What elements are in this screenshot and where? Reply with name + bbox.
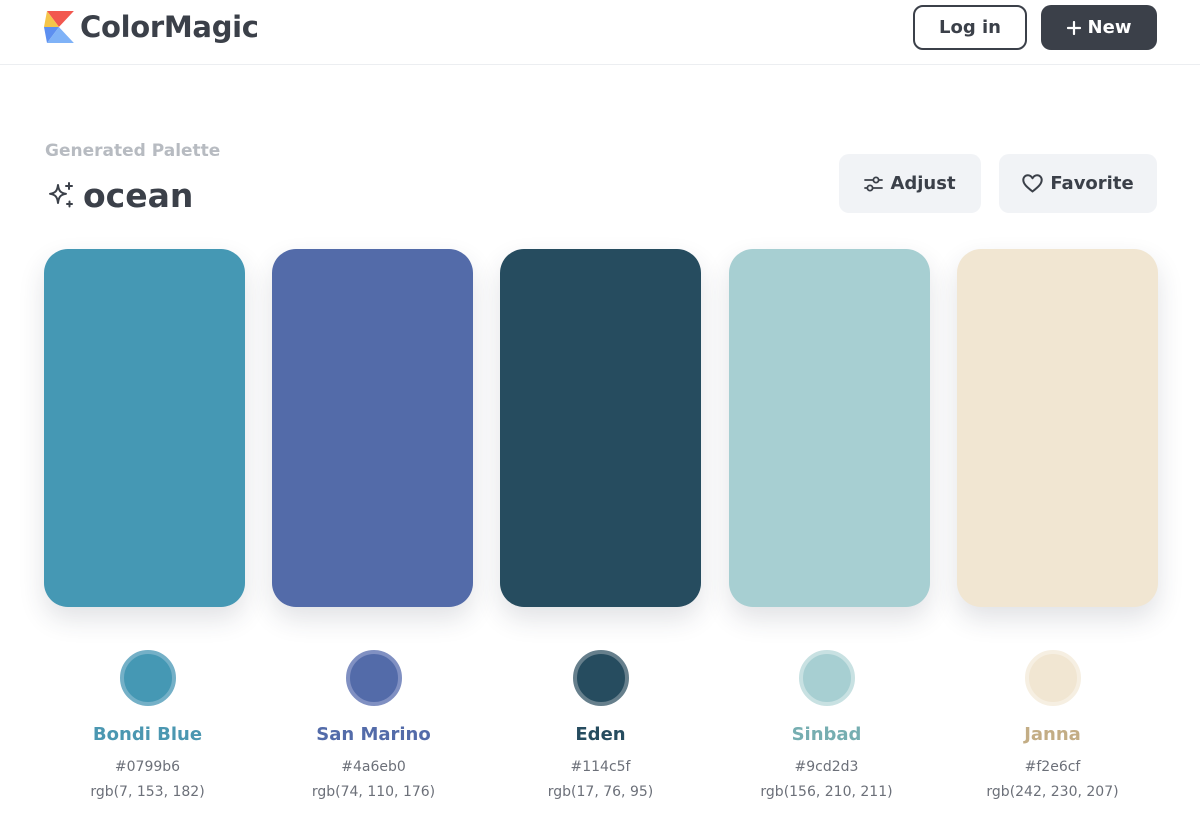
login-button[interactable]: Log in <box>913 5 1027 50</box>
color-rgb[interactable]: rgb(242, 230, 207) <box>952 784 1153 800</box>
color-swatch-2[interactable] <box>272 249 473 607</box>
color-details-1: Bondi Blue #0799b6 rgb(7, 153, 182) <box>47 650 248 800</box>
color-details-2: San Marino #4a6eb0 rgb(74, 110, 176) <box>273 650 474 800</box>
color-hex[interactable]: #114c5f <box>500 759 701 775</box>
color-details-5: Janna #f2e6cf rgb(242, 230, 207) <box>952 650 1153 800</box>
color-name: Janna <box>1024 724 1081 745</box>
color-details-4: Sinbad #9cd2d3 rgb(156, 210, 211) <box>726 650 927 800</box>
color-name: Bondi Blue <box>92 724 203 745</box>
color-details-3: Eden #114c5f rgb(17, 76, 95) <box>500 650 701 800</box>
palette-heading: ocean <box>45 176 193 215</box>
color-name: San Marino <box>316 724 431 745</box>
color-rgb[interactable]: rgb(17, 76, 95) <box>500 784 701 800</box>
app-name: ColorMagic <box>80 10 259 44</box>
color-rgb[interactable]: rgb(74, 110, 176) <box>273 784 474 800</box>
heart-icon <box>1022 174 1044 193</box>
adjust-button[interactable]: Adjust <box>839 154 981 213</box>
sparkles-icon <box>49 181 73 207</box>
color-hex[interactable]: #9cd2d3 <box>726 759 927 775</box>
plus-icon <box>1066 20 1081 35</box>
color-dot[interactable] <box>572 650 629 706</box>
new-label: New <box>1087 17 1132 38</box>
new-button[interactable]: New <box>1041 5 1157 50</box>
color-dot[interactable] <box>798 650 855 706</box>
sliders-icon <box>864 176 884 191</box>
colormagic-logo-icon <box>44 11 74 43</box>
color-rgb[interactable]: rgb(156, 210, 211) <box>726 784 927 800</box>
color-name: Sinbad <box>791 724 862 745</box>
palette-subtitle: Generated Palette <box>45 141 221 161</box>
color-dot[interactable] <box>1024 650 1081 706</box>
top-bar: ColorMagic Log in New <box>0 0 1200 65</box>
login-label: Log in <box>939 17 1001 38</box>
color-swatch-1[interactable] <box>44 249 245 607</box>
color-swatch-4[interactable] <box>729 249 930 607</box>
adjust-label: Adjust <box>890 173 956 194</box>
color-rgb[interactable]: rgb(7, 153, 182) <box>47 784 248 800</box>
favorite-label: Favorite <box>1050 173 1134 194</box>
palette-title: ocean <box>83 176 194 215</box>
brand[interactable]: ColorMagic <box>44 10 259 44</box>
color-swatch-5[interactable] <box>957 249 1158 607</box>
color-dot[interactable] <box>119 650 176 706</box>
color-name: Eden <box>575 724 626 745</box>
color-swatch-3[interactable] <box>500 249 701 607</box>
color-dot[interactable] <box>345 650 402 706</box>
color-hex[interactable]: #4a6eb0 <box>273 759 474 775</box>
favorite-button[interactable]: Favorite <box>999 154 1157 213</box>
color-hex[interactable]: #0799b6 <box>47 759 248 775</box>
color-hex[interactable]: #f2e6cf <box>952 759 1153 775</box>
